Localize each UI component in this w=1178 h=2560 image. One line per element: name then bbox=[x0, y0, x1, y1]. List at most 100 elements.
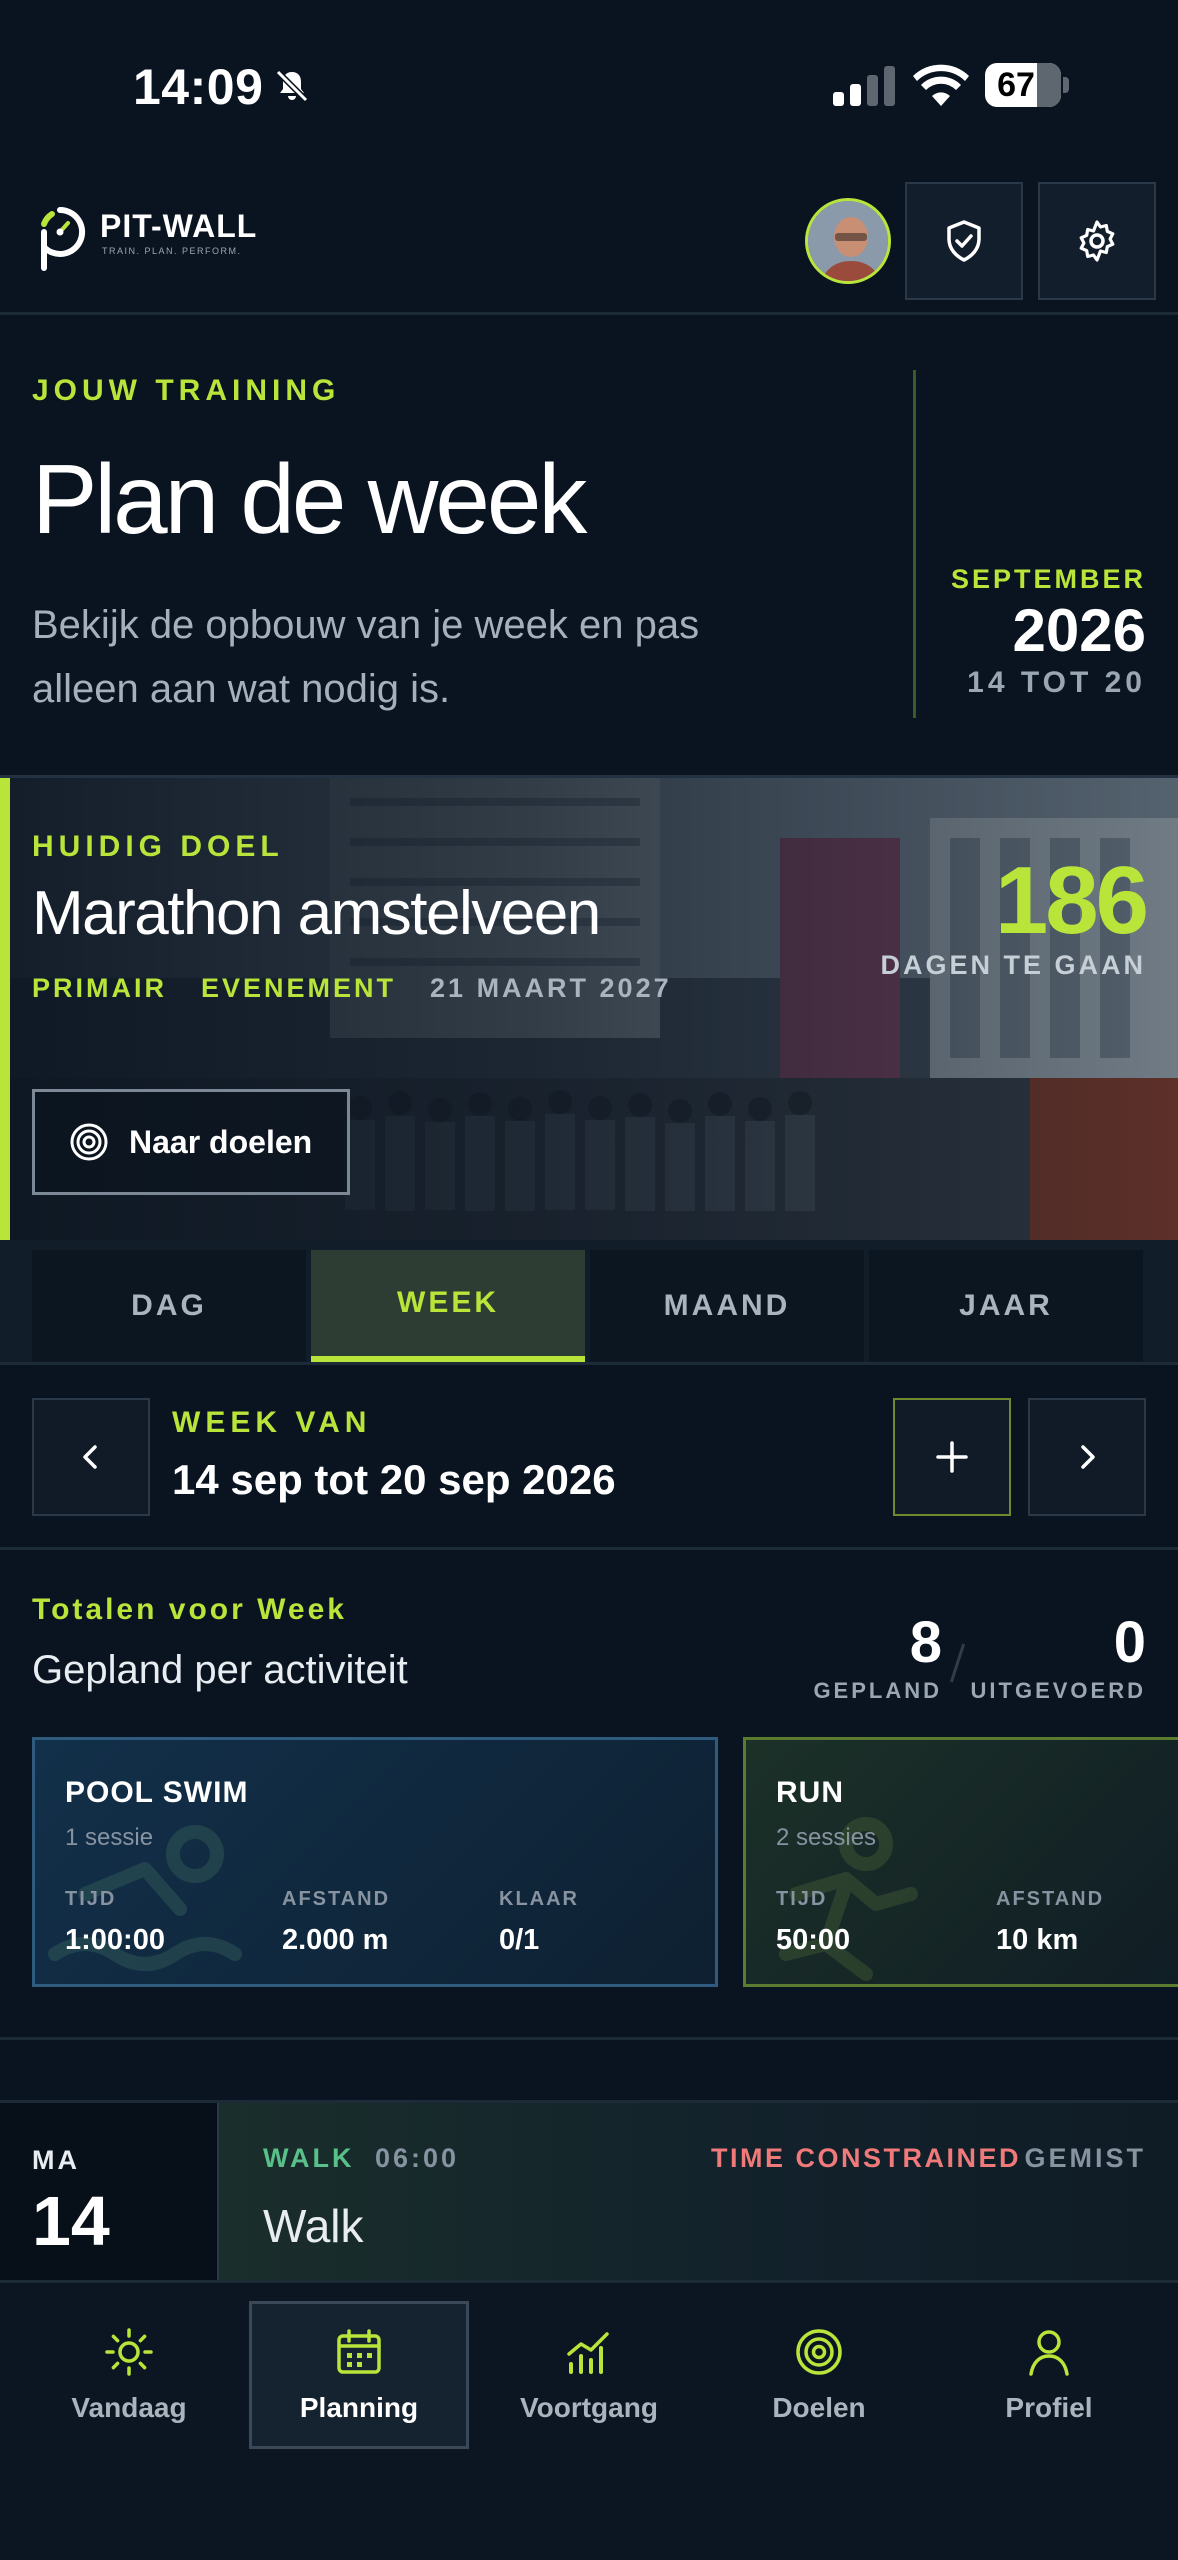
status-bar: 14:09 67 bbox=[0, 0, 1178, 170]
bell-muted-icon bbox=[275, 69, 309, 103]
day-number: 14 bbox=[32, 2182, 110, 2260]
hero-date-range: 14 TOT 20 bbox=[967, 666, 1146, 699]
tab-label: Vandaag bbox=[71, 2392, 187, 2423]
day-row-monday: MA 14 WALK 06:00 TIME CONSTRAINED GEMIST… bbox=[0, 2100, 1178, 2283]
goal-tags: PRIMAIR EVENEMENT 21 MAART 2027 bbox=[32, 973, 672, 1004]
chevron-right-icon bbox=[1081, 1445, 1095, 1469]
goals-link-label: Naar doelen bbox=[129, 1123, 313, 1160]
tab-label: Doelen bbox=[772, 2392, 866, 2423]
avatar-photo bbox=[808, 201, 888, 281]
card-sessions: 2 sessies bbox=[776, 1824, 877, 1851]
logo-title: PIT-WALL bbox=[100, 208, 258, 244]
previous-week-button[interactable] bbox=[32, 1398, 150, 1516]
chevron-left-icon bbox=[83, 1445, 97, 1469]
goal-tag-primary: PRIMAIR bbox=[32, 973, 167, 1003]
target-icon bbox=[70, 1123, 108, 1161]
segment-week[interactable]: WEEK bbox=[311, 1250, 585, 1362]
shield-check-icon bbox=[947, 220, 981, 262]
avatar[interactable] bbox=[805, 198, 891, 284]
card-sessions: 1 sessie bbox=[65, 1824, 154, 1851]
pit-wall-logo-icon bbox=[41, 206, 86, 271]
tab-label: Planning bbox=[299, 2392, 419, 2423]
segment-day[interactable]: DAG bbox=[32, 1250, 306, 1362]
tab-label: Voortgang bbox=[520, 2392, 658, 2423]
tab-vandaag[interactable]: Vandaag bbox=[19, 2301, 239, 2449]
card-title: POOL SWIM bbox=[65, 1776, 249, 1809]
session-time: 06:00 bbox=[375, 2143, 460, 2173]
activity-card-pool-swim[interactable]: POOL SWIM 1 sessie TIJD 1:00:00 AFSTAND … bbox=[32, 1737, 718, 1987]
battery-indicator: 67 bbox=[985, 63, 1069, 107]
add-session-button[interactable] bbox=[893, 1398, 1011, 1516]
cellular-signal-icon bbox=[833, 66, 895, 106]
stat-label-time: TIJD bbox=[776, 1888, 828, 1910]
segment-year[interactable]: JAAR bbox=[869, 1250, 1143, 1362]
day-abbreviation: MA bbox=[32, 2145, 80, 2175]
totals-subtitle: Gepland per activiteit bbox=[32, 1648, 408, 1692]
settings-button[interactable] bbox=[1038, 182, 1156, 300]
totals-separator bbox=[949, 1643, 966, 1683]
next-week-button[interactable] bbox=[1028, 1398, 1146, 1516]
week-hero: JOUW TRAINING Plan de week Bekijk de opb… bbox=[0, 318, 1178, 773]
goal-days-count: 186 bbox=[994, 847, 1149, 954]
card-title: RUN bbox=[776, 1776, 844, 1809]
session-status: GEMIST bbox=[1024, 2143, 1146, 2173]
stat-label-distance: AFSTAND bbox=[282, 1888, 391, 1910]
stat-label-done: KLAAR bbox=[499, 1888, 579, 1910]
totals-eyebrow: Totalen voor Week bbox=[32, 1593, 347, 1626]
person-icon bbox=[1029, 2330, 1069, 2376]
gear-icon bbox=[1079, 220, 1115, 262]
hero-year: 2026 bbox=[1012, 597, 1146, 664]
bottom-tab-bar: Vandaag Planning Voortgang Doelen Profie… bbox=[0, 2280, 1178, 2560]
activity-card-run[interactable]: RUN 2 sessies TIJD 50:00 AFSTAND 10 km bbox=[743, 1737, 1178, 1987]
day-label: MA 14 bbox=[0, 2103, 217, 2283]
privacy-shield-button[interactable] bbox=[905, 182, 1023, 300]
stat-value-done: 0/1 bbox=[499, 1924, 540, 1956]
tab-doelen[interactable]: Doelen bbox=[709, 2301, 929, 2449]
goal-tag-event: EVENEMENT bbox=[201, 973, 397, 1003]
planned-count: 8 bbox=[909, 1610, 942, 1675]
completed-count: 0 bbox=[1113, 1610, 1146, 1675]
hero-month: SEPTEMBER bbox=[950, 564, 1146, 594]
wifi-icon bbox=[913, 64, 969, 106]
week-eyebrow: WEEK VAN bbox=[172, 1406, 372, 1439]
stat-value-distance: 10 km bbox=[996, 1924, 1079, 1956]
plus-icon bbox=[936, 1441, 968, 1473]
hero-divider bbox=[913, 370, 916, 718]
tab-profiel[interactable]: Profiel bbox=[939, 2301, 1159, 2449]
goal-accent-bar bbox=[0, 778, 10, 1240]
session-type: WALK bbox=[263, 2143, 355, 2173]
session-card-walk[interactable]: WALK 06:00 TIME CONSTRAINED GEMIST Walk bbox=[217, 2103, 1178, 2283]
week-totals: Totalen voor Week Gepland per activiteit… bbox=[0, 1553, 1178, 2040]
stat-value-time: 1:00:00 bbox=[65, 1924, 165, 1956]
current-goal-banner: HUIDIG DOEL Marathon amstelveen PRIMAIR … bbox=[0, 775, 1178, 1240]
stat-value-distance: 2.000 m bbox=[282, 1924, 389, 1956]
battery-percentage: 67 bbox=[997, 66, 1035, 104]
stat-label-distance: AFSTAND bbox=[996, 1888, 1105, 1910]
session-flag: TIME CONSTRAINED bbox=[711, 2143, 1021, 2173]
goal-title: Marathon amstelveen bbox=[32, 879, 601, 948]
hero-description: Bekijk de opbouw van je week en pas alle… bbox=[32, 603, 700, 711]
target-icon bbox=[796, 2329, 842, 2375]
tab-voortgang[interactable]: Voortgang bbox=[479, 2301, 699, 2449]
tab-label: Profiel bbox=[1005, 2392, 1093, 2423]
goal-date: 21 MAART 2027 bbox=[430, 973, 672, 1003]
stat-label-time: TIJD bbox=[65, 1888, 117, 1910]
session-name: Walk bbox=[263, 2200, 364, 2252]
stat-value-time: 50:00 bbox=[776, 1924, 851, 1956]
goals-link-button[interactable]: Naar doelen bbox=[32, 1089, 350, 1195]
chart-icon bbox=[567, 2332, 609, 2374]
hero-eyebrow: JOUW TRAINING bbox=[32, 374, 341, 407]
completed-label: UITGEVOERD bbox=[970, 1678, 1146, 1703]
week-navigator: WEEK VAN 14 sep tot 20 sep 2026 bbox=[0, 1368, 1178, 1550]
week-range: 14 sep tot 20 sep 2026 bbox=[172, 1456, 616, 1503]
status-time: 14:09 bbox=[133, 59, 264, 115]
segment-month[interactable]: MAAND bbox=[590, 1250, 864, 1362]
planned-label: GEPLAND bbox=[813, 1678, 942, 1703]
page-title: Plan de week bbox=[32, 444, 587, 554]
goal-days-label: DAGEN TE GAAN bbox=[880, 950, 1146, 980]
calendar-icon bbox=[337, 2329, 381, 2374]
logo-tagline: TRAIN. PLAN. PERFORM. bbox=[102, 246, 242, 256]
tab-planning[interactable]: Planning bbox=[249, 2301, 469, 2449]
app-header: PIT-WALL TRAIN. PLAN. PERFORM. bbox=[0, 170, 1178, 315]
sun-icon bbox=[105, 2328, 153, 2376]
